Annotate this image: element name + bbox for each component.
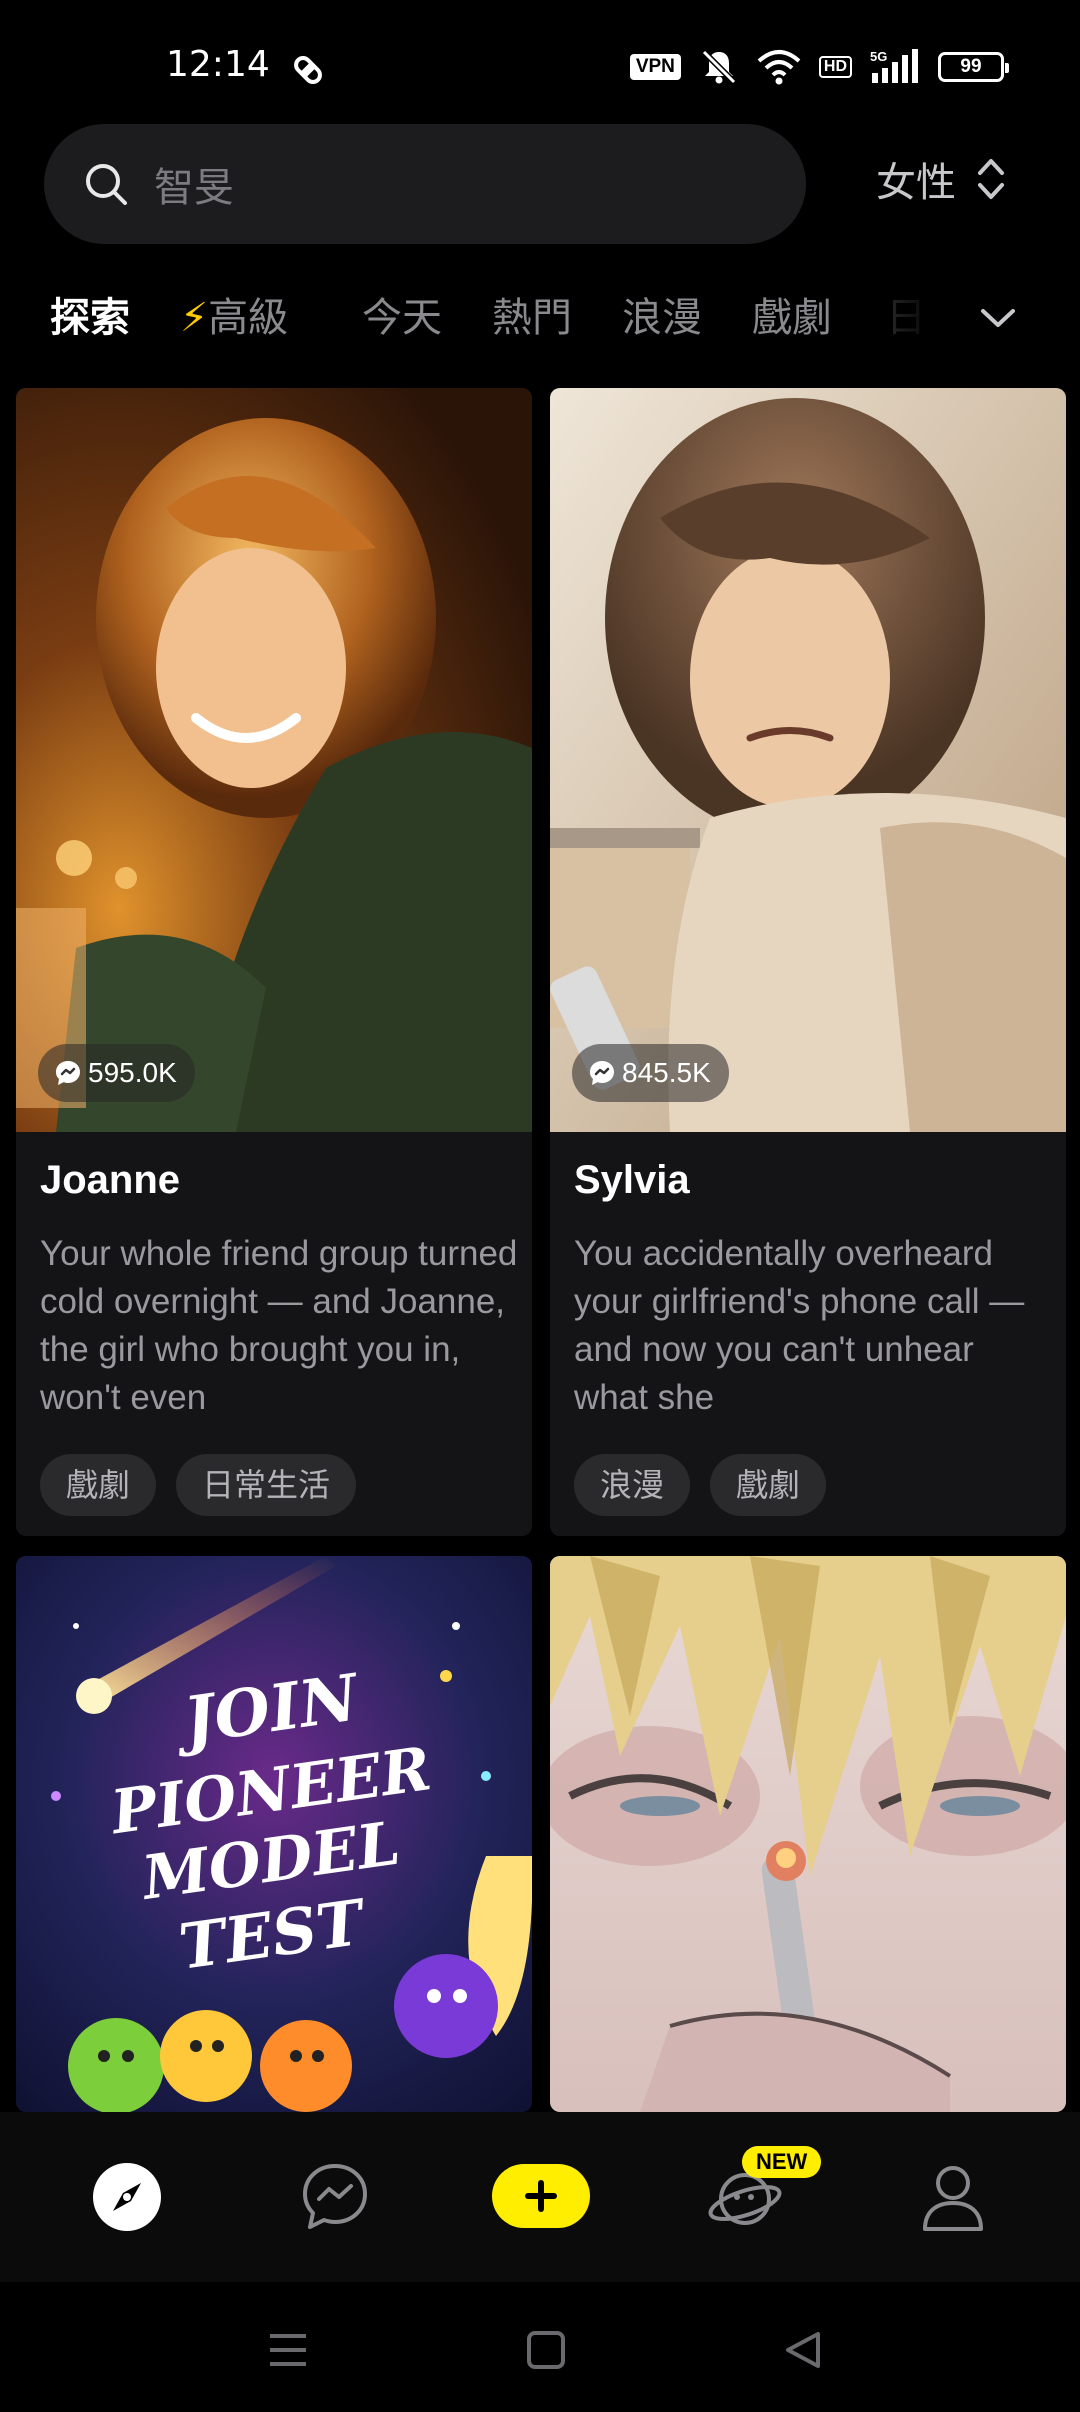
character-description: You accidentally overheard your girlfrie… [574, 1234, 1025, 1417]
character-image [550, 1556, 1066, 2112]
status-icons: VPN HD 5G 99 [629, 48, 1009, 86]
tab-premium[interactable]: ⚡高級 [180, 282, 288, 354]
category-tabs: 探索 ⚡高級 今天 熱門 浪漫 戲劇 日 [0, 282, 1080, 354]
chat-count-badge: 595.0K [38, 1044, 195, 1102]
mute-icon [701, 49, 737, 85]
chat-count: 595.0K [88, 1057, 177, 1088]
character-card[interactable]: 595.0K Joanne Your whole friend group tu… [16, 388, 532, 1536]
promo-image: JOIN PIONEER MODEL TEST [16, 1556, 532, 2112]
nav-explore[interactable] [82, 2152, 172, 2242]
system-menu-button[interactable] [260, 2322, 316, 2378]
tag[interactable]: 戲劇 [40, 1454, 157, 1516]
tag[interactable]: 戲劇 [710, 1454, 827, 1516]
gender-filter-label: 女性 [876, 160, 956, 206]
tag[interactable]: 浪漫 [574, 1454, 691, 1516]
tab-drama[interactable]: 戲劇 [752, 282, 832, 354]
bottom-nav: NEW [0, 2112, 1080, 2282]
tab-romance[interactable]: 浪漫 [622, 282, 702, 354]
system-back-button[interactable] [776, 2322, 832, 2378]
character-card[interactable] [550, 1556, 1066, 2112]
chat-bubble-icon [590, 1061, 614, 1085]
character-card[interactable]: 845.5K Sylvia You accidentally overheard… [550, 388, 1066, 1536]
status-time: 12:14 [166, 44, 270, 85]
tabs-expand-button[interactable] [970, 290, 1026, 346]
vpn-badge: VPN [629, 54, 681, 80]
tabs-fade [860, 282, 940, 354]
notification-badge-icon [294, 56, 322, 84]
status-bar: 12:14 VPN HD 5G 99 [0, 0, 1080, 120]
new-badge: NEW [742, 2146, 822, 2178]
search-placeholder: 智旻 [154, 165, 234, 211]
signal-icon: 5G [870, 49, 918, 83]
search-input[interactable]: 智旻 [44, 124, 806, 244]
create-button[interactable] [492, 2164, 590, 2228]
nav-chat[interactable] [290, 2152, 380, 2242]
chat-count: 845.5K [622, 1057, 711, 1088]
battery-icon: 99 [938, 52, 1009, 82]
tab-explore[interactable]: 探索 [50, 282, 130, 354]
tag-list: 浪漫 戲劇 [574, 1454, 827, 1516]
tab-premium-label: 高級 [208, 295, 289, 341]
tag[interactable]: 日常生活 [176, 1454, 357, 1516]
home-icon [527, 2331, 565, 2369]
hd-badge: HD [818, 56, 852, 78]
system-home-button[interactable] [518, 2322, 574, 2378]
back-icon [786, 2332, 820, 2368]
character-name: Joanne [40, 1158, 181, 1202]
tab-today[interactable]: 今天 [362, 282, 442, 354]
promo-card[interactable]: JOIN PIONEER MODEL TEST [16, 1556, 532, 2112]
character-name: Sylvia [574, 1158, 690, 1202]
menu-icon [270, 2334, 306, 2366]
sort-updown-icon [978, 159, 1004, 199]
wifi-icon [757, 50, 801, 85]
chevron-down-icon [981, 309, 1015, 327]
character-description: Your whole friend group turned cold over… [40, 1234, 518, 1417]
gender-filter[interactable]: 女性 [876, 150, 1006, 208]
tag-list: 戲劇 日常生活 [40, 1454, 357, 1516]
svg-text:5G: 5G [870, 49, 887, 64]
explore-icon [93, 2163, 161, 2231]
plus-icon [525, 2180, 557, 2212]
chat-bubble-icon [56, 1061, 80, 1085]
search-icon [86, 164, 127, 205]
chat-count-badge: 845.5K [572, 1044, 729, 1102]
tab-popular[interactable]: 熱門 [492, 282, 572, 354]
lightning-icon: ⚡ [180, 295, 209, 341]
profile-icon [923, 2166, 983, 2231]
character-image [16, 388, 532, 1132]
chat-icon [303, 2164, 367, 2229]
nav-profile[interactable] [908, 2152, 998, 2242]
system-nav-bar [0, 2282, 1080, 2412]
character-image [550, 388, 1066, 1132]
